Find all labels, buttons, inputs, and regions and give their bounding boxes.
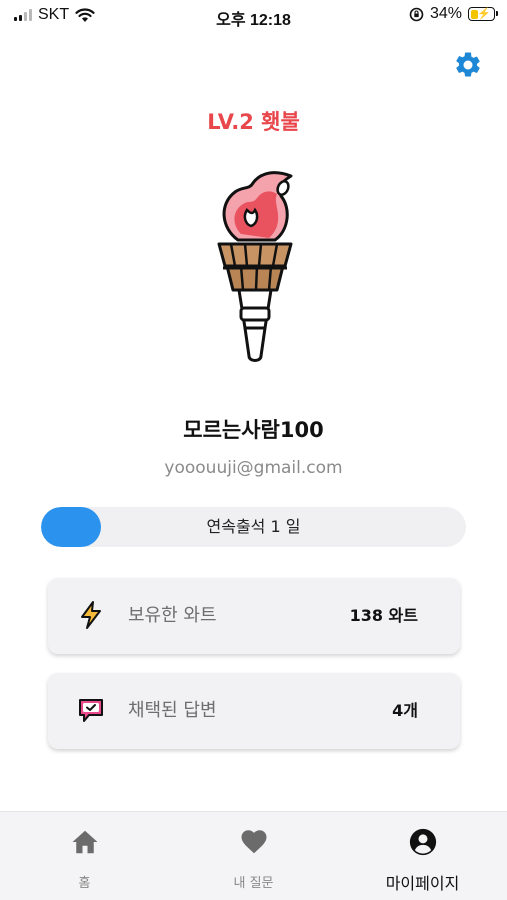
lightning-icon — [81, 601, 101, 629]
watt-value: 138 와트 — [349, 606, 418, 625]
attendance-label: 연속출석 1 일 — [206, 517, 301, 536]
orientation-lock-icon — [409, 7, 424, 21]
level-title: LV.2 횃불 — [207, 110, 300, 134]
nav-home[interactable]: 홈 — [0, 812, 169, 900]
battery-icon: ⚡ — [468, 7, 498, 21]
answers-title: 채택된 답변 — [128, 700, 217, 721]
attendance-bar: 연속출석 1 일 — [41, 507, 466, 547]
status-bar: SKT 오후 12:18 34% ⚡ — [0, 0, 507, 30]
user-icon — [409, 828, 436, 856]
nav-mypage[interactable]: 마이페이지 — [338, 812, 507, 900]
username: 모르는사람100 — [183, 418, 324, 442]
watt-card[interactable]: 보유한 와트 138 와트 — [48, 578, 460, 654]
nav-my-questions[interactable]: 내 질문 — [169, 812, 338, 900]
answers-value: 4개 — [392, 701, 418, 720]
bottom-nav: 홈 내 질문 마이페이지 — [0, 811, 507, 900]
chat-check-icon — [79, 699, 103, 722]
nav-home-label: 홈 — [78, 876, 91, 891]
settings-gear-icon[interactable] — [453, 50, 483, 80]
battery-percent: 34% — [429, 5, 462, 22]
heart-icon — [241, 830, 266, 854]
home-icon — [72, 830, 97, 854]
nav-mypage-label: 마이페이지 — [385, 874, 460, 893]
adopted-answers-card[interactable]: 채택된 답변 4개 — [48, 673, 460, 749]
email: yooouuji@gmail.com — [164, 458, 343, 478]
status-right: 34% ⚡ — [409, 5, 498, 23]
nav-my-questions-label: 내 질문 — [233, 876, 274, 891]
watt-title: 보유한 와트 — [128, 605, 217, 626]
torch-icon — [217, 171, 293, 362]
